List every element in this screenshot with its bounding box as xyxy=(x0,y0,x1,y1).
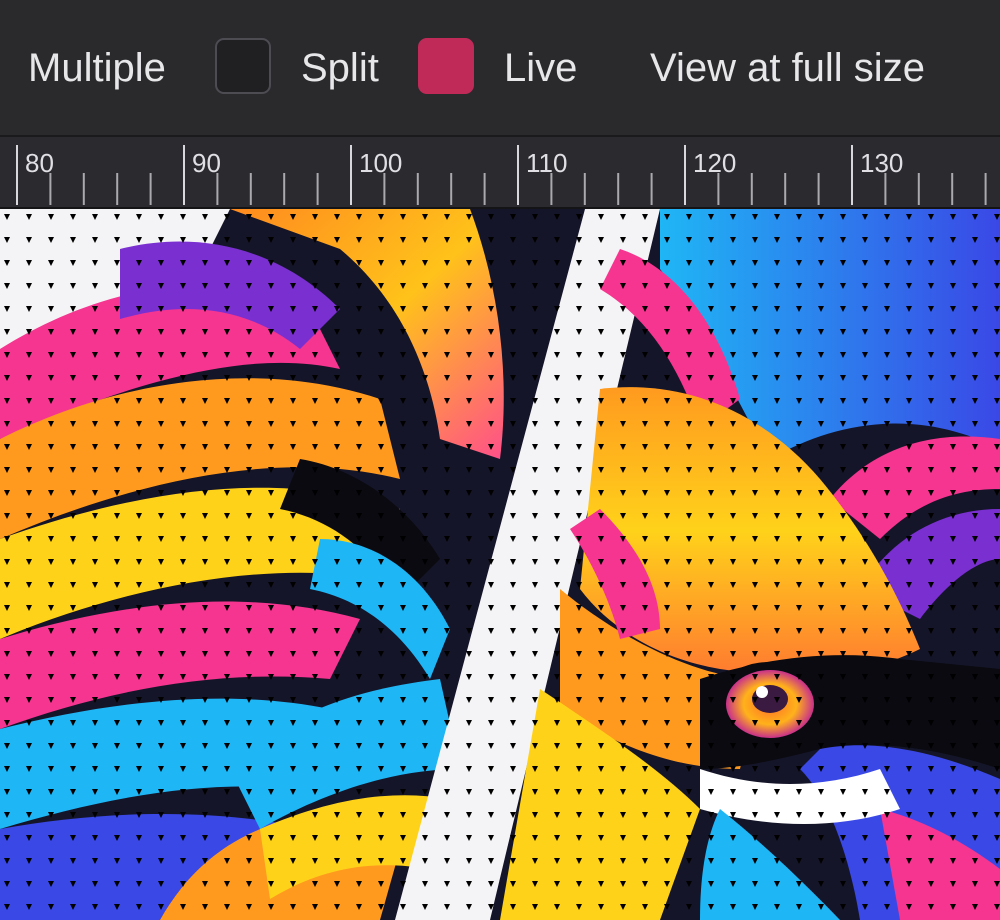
image-canvas[interactable] xyxy=(0,209,1000,920)
horizontal-ruler[interactable]: 80 90 100 110 120 130 xyxy=(0,137,1000,209)
ruler-tick-label: 110 xyxy=(526,148,567,178)
split-color-swatch[interactable] xyxy=(418,38,474,94)
multiple-color-swatch[interactable] xyxy=(215,38,271,94)
app-window: Multiple Split Live View at full size 80… xyxy=(0,0,1000,920)
lion-artwork-image xyxy=(0,209,1000,920)
multiple-label[interactable]: Multiple xyxy=(28,44,166,92)
live-label[interactable]: Live xyxy=(504,44,577,92)
view-full-size-button[interactable]: View at full size xyxy=(650,44,925,92)
ruler-tick-label: 130 xyxy=(860,148,903,178)
split-label[interactable]: Split xyxy=(301,44,379,92)
ruler-tick-label: 80 xyxy=(25,148,54,178)
ruler-tick-label: 120 xyxy=(693,148,736,178)
ruler-tick-label: 100 xyxy=(359,148,402,178)
ruler-tick-label: 90 xyxy=(192,148,221,178)
ruler-ticks: 80 90 100 110 120 130 xyxy=(16,145,987,205)
toolbar: Multiple Split Live View at full size xyxy=(0,0,1000,137)
